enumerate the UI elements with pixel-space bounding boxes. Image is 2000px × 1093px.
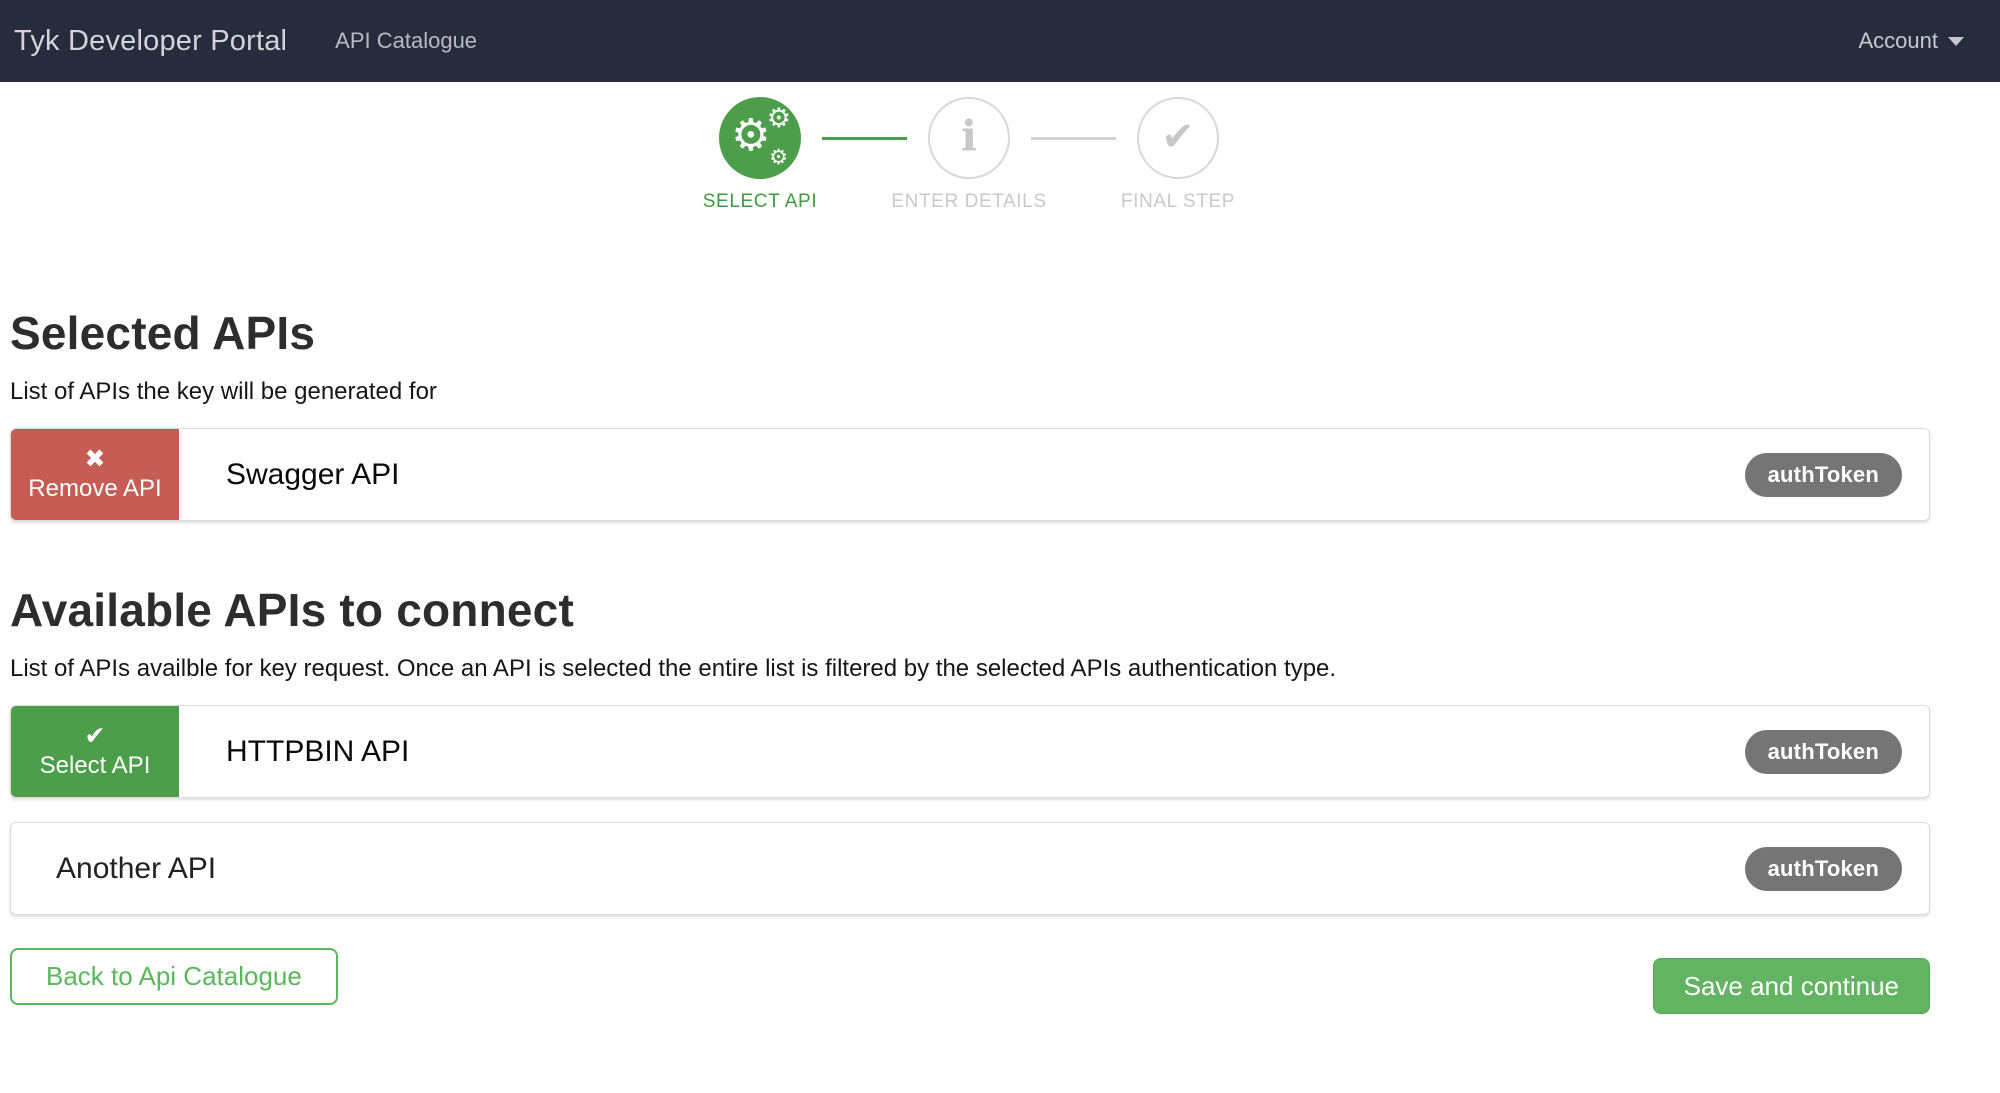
cogs-icon: ⚙ xyxy=(766,103,791,134)
api-name: Swagger API xyxy=(226,457,400,491)
info-icon: i xyxy=(961,111,977,161)
top-navbar: Tyk Developer Portal API Catalogue Accou… xyxy=(0,0,2000,82)
step-select-api-circle: ⚙ ⚙ ⚙ xyxy=(719,97,801,179)
save-and-continue-button[interactable]: Save and continue xyxy=(1652,958,1930,1014)
remove-api-button[interactable]: ✖ Remove API xyxy=(11,429,179,520)
brand-title[interactable]: Tyk Developer Portal xyxy=(14,25,287,58)
wizard-stepper: ⚙ ⚙ ⚙ SELECT API i ENTER DETAILS ✔ FINAL… xyxy=(0,82,2000,240)
step-select-api: ⚙ ⚙ ⚙ SELECT API xyxy=(703,97,817,212)
account-dropdown-label: Account xyxy=(1858,28,1939,53)
step-select-api-label: SELECT API xyxy=(702,191,818,212)
nav-item-api-catalogue[interactable]: API Catalogue xyxy=(335,28,477,54)
check-icon: ✔ xyxy=(84,721,106,750)
chevron-down-icon xyxy=(1948,36,1964,46)
select-api-button[interactable]: ✔ Select API xyxy=(11,706,179,797)
cogs-icon: ⚙ xyxy=(731,110,771,161)
auth-type-badge: authToken xyxy=(1744,729,1902,774)
api-name: HTTPBIN API xyxy=(226,734,410,768)
account-dropdown[interactable]: Account xyxy=(1858,28,1964,54)
api-row-swagger: ✖ Remove API Swagger API authToken xyxy=(10,428,1930,521)
selected-apis-title: Selected APIs xyxy=(10,307,316,359)
step-enter-details-circle: i xyxy=(928,97,1010,179)
stepper-connector xyxy=(1031,136,1116,140)
step-enter-details-label: ENTER DETAILS xyxy=(891,191,1047,212)
stepper-connector xyxy=(822,136,907,140)
back-to-api-catalogue-button[interactable]: Back to Api Catalogue xyxy=(10,948,338,1005)
api-row-another: Another API authToken xyxy=(10,822,1930,915)
auth-type-badge: authToken xyxy=(1744,846,1902,891)
selected-apis-subtitle: List of APIs the key will be generated f… xyxy=(10,378,437,405)
cogs-icon: ⚙ xyxy=(769,145,788,169)
api-row-httpbin: ✔ Select API HTTPBIN API authToken xyxy=(10,705,1930,798)
check-icon: ✔ xyxy=(1161,114,1195,161)
available-apis-title: Available APIs to connect xyxy=(10,584,574,636)
step-final-step-label: FINAL STEP xyxy=(1120,191,1236,212)
available-apis-subtitle: List of APIs availble for key request. O… xyxy=(10,655,1337,682)
footer-actions: Back to Api Catalogue Save and continue xyxy=(10,948,1930,1014)
step-final-step: ✔ FINAL STEP xyxy=(1121,97,1234,212)
step-final-step-circle: ✔ xyxy=(1137,97,1219,179)
x-icon: ✖ xyxy=(84,444,106,473)
step-enter-details: i ENTER DETAILS xyxy=(891,97,1046,212)
auth-type-badge: authToken xyxy=(1744,452,1902,497)
api-name: Another API xyxy=(56,851,217,885)
